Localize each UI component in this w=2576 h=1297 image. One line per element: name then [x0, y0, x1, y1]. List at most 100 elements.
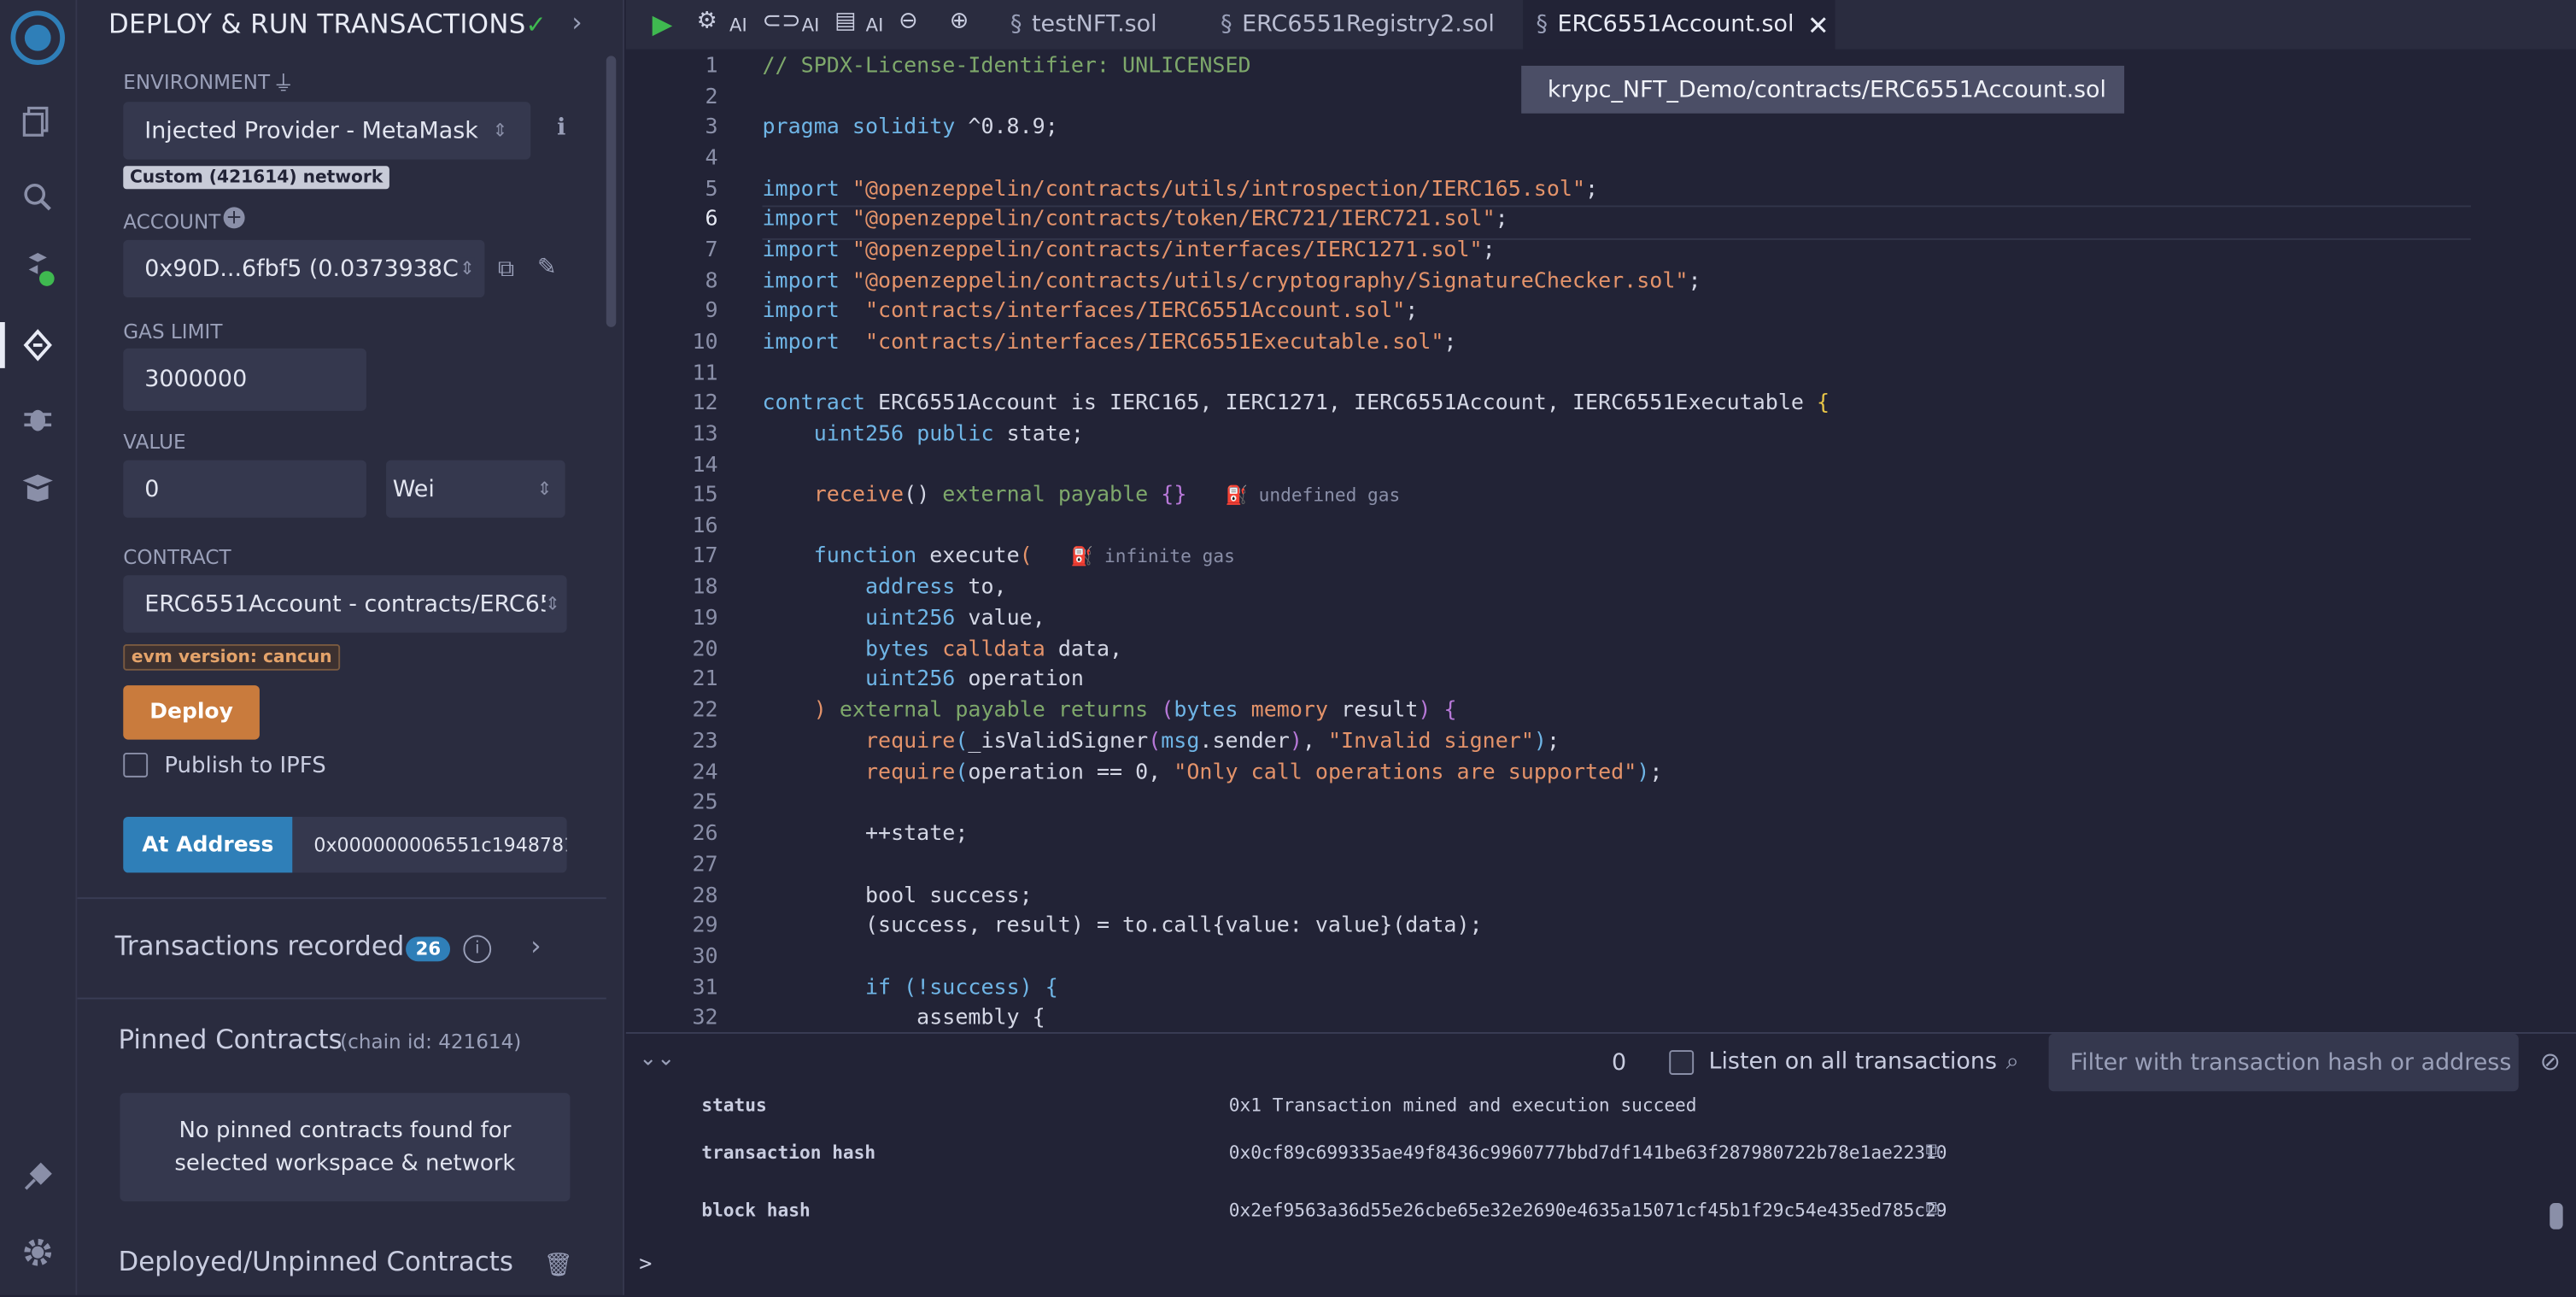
line-number: 17 — [692, 543, 718, 569]
environment-select[interactable]: Injected Provider - MetaMask ⇕ — [123, 102, 531, 160]
line-number: 30 — [692, 945, 718, 970]
line-number: 7 — [705, 238, 718, 263]
transactions-count-badge: 26 — [406, 936, 451, 962]
deploy-button[interactable]: Deploy — [123, 685, 260, 740]
code-line: // SPDX-License-Identifier: UNLICENSED — [762, 54, 1251, 79]
info-icon[interactable]: i — [463, 935, 492, 964]
line-number: 22 — [692, 698, 718, 724]
deployed-contracts-label: Deployed/Unpinned Contracts — [118, 1246, 513, 1277]
code-line: ++state; — [864, 821, 969, 847]
solidity-file-icon: § — [1536, 11, 1548, 38]
transactions-recorded-label: Transactions recorded — [114, 930, 405, 962]
deploy-run-panel: DEPLOY & RUN TRANSACTIONS ✓ › ENVIRONMEN… — [77, 0, 624, 1295]
editor-tabs: ▶ ⚙ AI ⊂⊃ AI ▤ AI ⊖ ⊕ § testNFT.sol § ER… — [625, 0, 2576, 50]
line-number: 24 — [692, 760, 718, 786]
select-arrows-icon: ⇕ — [460, 257, 475, 279]
add-account-icon[interactable]: + — [223, 206, 245, 229]
line-number: 31 — [692, 976, 718, 1001]
code-line: bytes calldata data, — [864, 637, 1123, 663]
publish-ipfs-label: Publish to IPFS — [164, 752, 326, 779]
terminal-scrollbar[interactable] — [2550, 1203, 2563, 1230]
code-line: import "@openzeppelin/contracts/utils/cr… — [762, 269, 1701, 295]
line-number: 1 — [705, 54, 718, 79]
code-line: ) external payable returns (bytes memory… — [813, 698, 1457, 724]
line-number: 10 — [692, 330, 718, 355]
contract-value: ERC6551Account - contracts/ERC65 — [144, 590, 554, 618]
solidity-compiler-icon[interactable] — [15, 247, 61, 293]
tab-erc6551registry2[interactable]: § ERC6551Registry2.sol — [1211, 0, 1508, 50]
at-address-input[interactable]: 0x000000006551c1948781‹ — [292, 816, 567, 873]
trash-icon[interactable]: 🗑 — [544, 1253, 573, 1279]
terminal-prompt[interactable]: > — [639, 1253, 652, 1277]
publish-ipfs-checkbox[interactable] — [123, 752, 149, 778]
ai-robot-icon[interactable]: ⚙ — [697, 9, 717, 35]
line-number: 25 — [692, 790, 718, 816]
search-icon[interactable] — [15, 174, 61, 220]
code-line: import "@openzeppelin/contracts/token/ER… — [762, 207, 1508, 232]
filter-placeholder: Filter with transaction hash or address — [2070, 1049, 2512, 1076]
value-label: VALUE — [123, 430, 186, 454]
learneth-icon[interactable] — [15, 465, 61, 511]
search-icon: ⌕ — [2005, 1048, 2019, 1075]
collapse-chevron-icon[interactable]: ⌄⌄ — [639, 1047, 675, 1071]
zoom-out-icon[interactable]: ⊖ — [899, 9, 918, 35]
copy-icon[interactable]: ⧉ — [1925, 1196, 1940, 1221]
status-value: 0x1 Transaction mined and execution succ… — [1228, 1095, 1697, 1117]
account-label: ACCOUNT — [123, 210, 221, 234]
ai-document-icon[interactable]: ▤ — [834, 9, 856, 35]
close-tab-icon[interactable]: ✕ — [1807, 9, 1830, 41]
listen-checkbox[interactable] — [1669, 1050, 1695, 1075]
pinned-chain-id: (chain id: 421614) — [340, 1030, 522, 1053]
environment-value: Injected Provider - MetaMask — [144, 117, 478, 144]
value-unit-select[interactable]: Wei ⇕ — [386, 460, 565, 518]
tab-erc6551account[interactable]: § ERC6551Account.sol ✕ — [1523, 0, 1835, 50]
plugin-manager-icon[interactable] — [15, 1153, 61, 1200]
debugger-icon[interactable] — [15, 395, 61, 441]
ai-label: AI — [729, 15, 747, 37]
line-number: 9 — [705, 299, 718, 324]
copy-icon[interactable]: ⧉ — [498, 256, 514, 283]
info-icon[interactable]: ℹ — [557, 115, 565, 142]
code-editor[interactable]: 1 2 3 4 5 6 7 8 9 10 11 12 13 14 15 16 17 18 19 20 21 22 23 24 2… — [625, 49, 2576, 1032]
chevron-right-icon[interactable]: › — [530, 930, 541, 962]
filter-input[interactable]: Filter with transaction hash or address — [2048, 1033, 2519, 1092]
gas-limit-label: GAS LIMIT — [123, 320, 223, 344]
account-select[interactable]: 0x90D...6fbf5 (0.0373938C ⇕ — [123, 239, 485, 298]
terminal-panel: ⌄⌄ 0 Listen on all transactions ⌕ Filter… — [625, 1031, 2576, 1297]
line-number: 21 — [692, 666, 718, 692]
block-hash-value: 0x2ef9563a36d55e26cbe65e32e2690e4635a150… — [1228, 1200, 1947, 1222]
code-line: uint256 value, — [864, 606, 1045, 631]
line-number: 29 — [692, 913, 718, 939]
remix-logo-icon[interactable] — [10, 10, 66, 66]
at-address-button[interactable]: At Address — [123, 816, 293, 873]
code-line: (success, result) = to.call{value: value… — [864, 913, 1483, 939]
edit-icon[interactable]: ✎ — [537, 255, 557, 281]
ai-toggle-icon[interactable]: ⊂⊃ — [763, 9, 801, 35]
ai-label: AI — [801, 15, 820, 37]
contract-select[interactable]: ERC6551Account - contracts/ERC65 ⇕ — [123, 575, 567, 633]
divider — [77, 897, 606, 900]
deploy-run-icon[interactable] — [0, 322, 61, 368]
panel-title: DEPLOY & RUN TRANSACTIONS — [108, 8, 526, 40]
file-path-tooltip: krypc_NFT_Demo/contracts/ERC6551Account.… — [1521, 65, 2125, 114]
ai-label: AI — [865, 15, 884, 37]
settings-gear-icon[interactable] — [15, 1230, 61, 1276]
line-number: 15 — [692, 483, 718, 508]
line-number: 5 — [705, 177, 718, 202]
copy-icon[interactable]: ⧉ — [1925, 1139, 1940, 1164]
line-number: 28 — [692, 883, 718, 909]
tab-label: ERC6551Account.sol — [1557, 11, 1794, 38]
listen-label: Listen on all transactions — [1708, 1048, 1998, 1075]
chevron-right-icon[interactable]: › — [571, 7, 582, 38]
value-input[interactable]: 0 — [123, 460, 366, 518]
tab-testnft[interactable]: § testNFT.sol — [998, 0, 1204, 50]
clear-console-icon[interactable]: ⊘ — [2540, 1047, 2561, 1077]
check-icon: ✓ — [525, 9, 547, 40]
file-explorer-icon[interactable] — [15, 98, 61, 144]
gas-limit-input[interactable]: 3000000 — [123, 348, 366, 411]
run-play-icon[interactable]: ▶ — [653, 9, 673, 40]
zoom-in-icon[interactable]: ⊕ — [950, 9, 969, 35]
panel-scrollbar[interactable] — [606, 56, 617, 327]
code-line: import "contracts/interfaces/IERC6551Acc… — [762, 299, 1419, 324]
code-line: function execute( ⛽ infinite gas — [813, 543, 1235, 569]
